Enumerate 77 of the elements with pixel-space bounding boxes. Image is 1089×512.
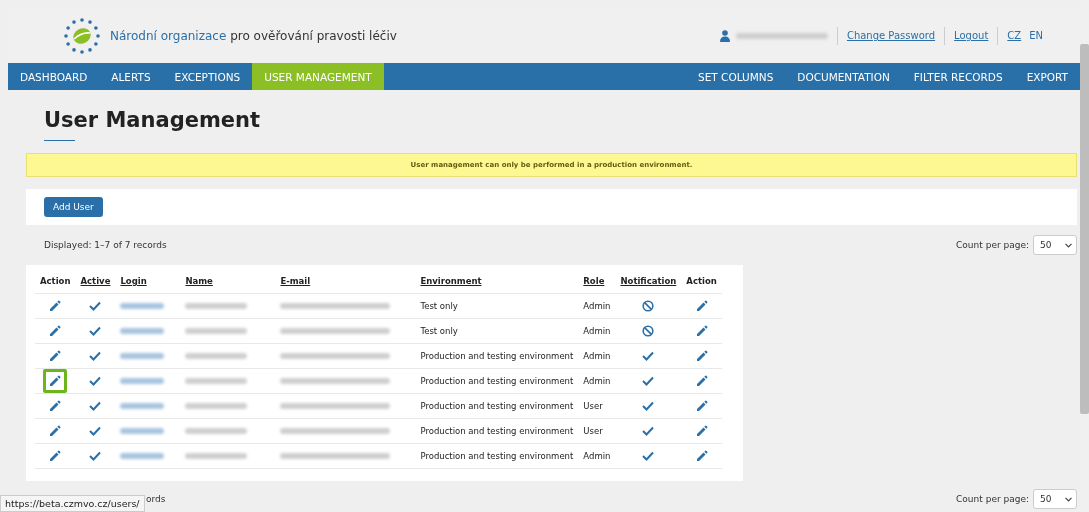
column-header[interactable]: Environment [415,269,579,294]
language-link[interactable]: EN [1029,30,1043,41]
table-cell: Production and testing environment [415,368,579,394]
pencil-icon[interactable] [695,300,708,312]
count-per-page-select[interactable]: 50 [1033,489,1077,509]
table-cell: Production and testing environment [415,343,579,369]
pencil-icon[interactable] [695,375,708,387]
redacted-name [185,303,248,309]
column-header[interactable]: E-mail [275,269,416,294]
nav-link[interactable]: EXPORT [1014,63,1080,90]
redacted-name [185,378,248,384]
records-count-text: Displayed: 1–7 of 7 records [44,240,167,250]
logo-icon [62,15,102,56]
redacted-name [185,353,248,359]
table-cell: User [578,393,616,419]
column-header: Action [35,269,76,294]
redacted-login [120,453,165,459]
pencil-icon[interactable] [695,325,708,337]
count-per-page-label: Count per page: [956,494,1029,504]
table-cell: User [578,418,616,444]
column-header: Action [681,269,722,294]
column-header[interactable]: Login [115,269,181,294]
redacted-login [120,303,165,309]
pencil-icon [49,400,62,412]
status-url-tooltip: https://beta.czmvo.cz/users/ [0,495,145,512]
nav-tab[interactable]: ALERTS [99,63,163,90]
pencil-icon[interactable] [695,350,708,362]
count-per-page-label: Count per page: [956,240,1029,250]
caret-icon [1065,496,1072,502]
organization-name: Národní organizace pro ověřování pravosti léčiv [110,28,397,43]
table-cell: Production and testing environment [415,443,579,469]
nav-link[interactable]: DOCUMENTATION [785,63,902,90]
pencil-icon [49,350,62,362]
nav-link[interactable]: SET COLUMNS [686,63,786,90]
table-cell: Production and testing environment [415,418,579,444]
column-header[interactable]: Notification [615,269,682,294]
edit-button[interactable] [43,369,68,393]
pencil-icon [49,450,62,462]
records-count-text: ords [146,494,166,504]
language-link[interactable]: CZ [1007,30,1022,41]
redacted-login [120,378,165,384]
table-cell: Admin [578,293,616,319]
pencil-icon [49,425,62,437]
nav-link[interactable]: FILTER RECORDS [901,63,1015,90]
column-header[interactable]: Role [578,269,616,294]
pencil-icon[interactable] [695,400,708,412]
pencil-icon[interactable] [695,425,708,437]
pencil-icon [49,375,62,387]
count-per-page-select[interactable]: 50 [1033,235,1077,255]
table-cell: Admin [578,343,616,369]
table-cell: Admin [578,443,616,469]
table-cell: Production and testing environment [415,393,579,419]
table-cell: Test only [415,318,579,344]
column-header[interactable]: Active [75,269,116,294]
caret-icon [1065,242,1072,248]
redacted-login [120,328,165,334]
table-cell: Admin [578,318,616,344]
nav-tab[interactable]: EXCEPTIONS [162,63,253,90]
add-user-button[interactable]: Add User [44,197,103,217]
redacted-name [185,453,248,459]
table-cell: Test only [415,293,579,319]
header-link[interactable]: Change Password [846,30,936,41]
redacted-name [185,428,248,434]
header-link[interactable]: Logout [954,30,989,41]
redacted-login [120,428,165,434]
pencil-icon [49,300,62,312]
redacted-login [120,403,165,409]
pencil-icon [49,325,62,337]
page-title: User Management [44,108,261,141]
redacted-login [120,353,165,359]
column-header[interactable]: Name [180,269,276,294]
pencil-icon[interactable] [695,450,708,462]
redacted-name [185,403,248,409]
user-icon [719,29,730,42]
nav-tab[interactable]: DASHBOARD [8,63,100,90]
table-cell: Admin [578,368,616,394]
redacted-name [185,328,248,334]
